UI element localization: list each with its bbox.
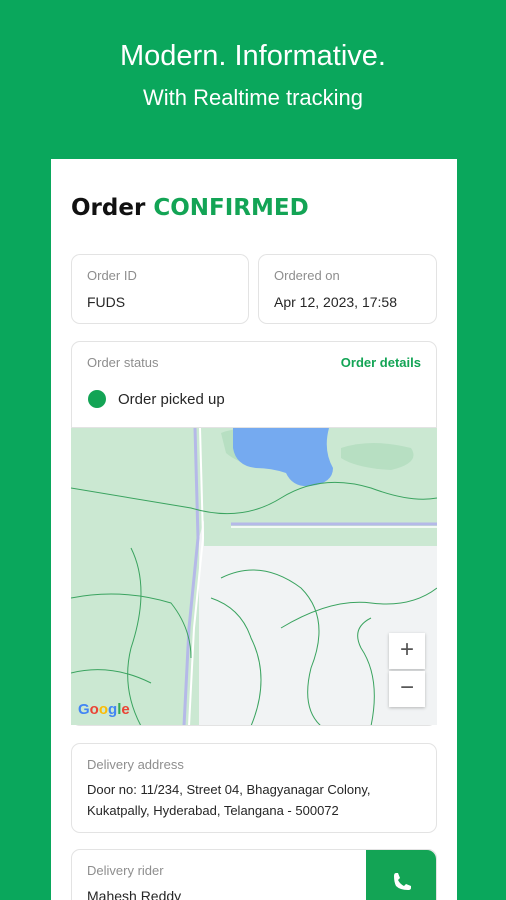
delivery-rider-label: Delivery rider bbox=[87, 863, 164, 878]
delivery-address-label: Delivery address bbox=[87, 757, 184, 772]
delivery-address-card: Delivery address Door no: 11/234, Street… bbox=[71, 743, 437, 833]
phone-screen: Order CONFIRMED Order ID FUDS Ordered on… bbox=[51, 159, 457, 900]
order-id-value: FUDS bbox=[87, 294, 126, 310]
call-rider-button[interactable] bbox=[366, 850, 436, 900]
zoom-out-button[interactable]: − bbox=[389, 671, 425, 707]
page-title: Order CONFIRMED bbox=[71, 195, 309, 221]
ordered-on-label: Ordered on bbox=[274, 268, 340, 283]
status-dot-icon bbox=[88, 390, 106, 408]
phone-icon bbox=[394, 873, 411, 890]
google-logo: Google bbox=[78, 701, 130, 718]
delivery-address-line1: Door no: 11/234, Street 04, Bhagyanagar … bbox=[87, 782, 371, 797]
zoom-in-button[interactable]: + bbox=[389, 633, 425, 669]
tracking-map[interactable]: + − Google bbox=[71, 427, 437, 725]
order-status-title: CONFIRMED bbox=[153, 195, 309, 221]
order-id-label: Order ID bbox=[87, 268, 137, 283]
order-id-card: Order ID FUDS bbox=[71, 254, 249, 324]
promo-subtitle: With Realtime tracking bbox=[142, 85, 364, 110]
delivery-address-line2: Kukatpally, Hyderabad, Telangana - 50007… bbox=[87, 803, 339, 818]
page-title-prefix: Order bbox=[71, 195, 146, 221]
order-details-link[interactable]: Order details bbox=[341, 355, 421, 370]
delivery-rider-name: Mahesh Reddy bbox=[87, 888, 182, 900]
order-status-label: Order status bbox=[87, 355, 159, 370]
order-status-value: Order picked up bbox=[118, 391, 225, 408]
promo-title: Modern. Informative. bbox=[120, 40, 386, 72]
map-graphic bbox=[71, 428, 437, 725]
ordered-on-card: Ordered on Apr 12, 2023, 17:58 bbox=[258, 254, 437, 324]
ordered-on-value: Apr 12, 2023, 17:58 bbox=[274, 294, 397, 310]
delivery-rider-card: Delivery rider Mahesh Reddy bbox=[71, 849, 437, 900]
